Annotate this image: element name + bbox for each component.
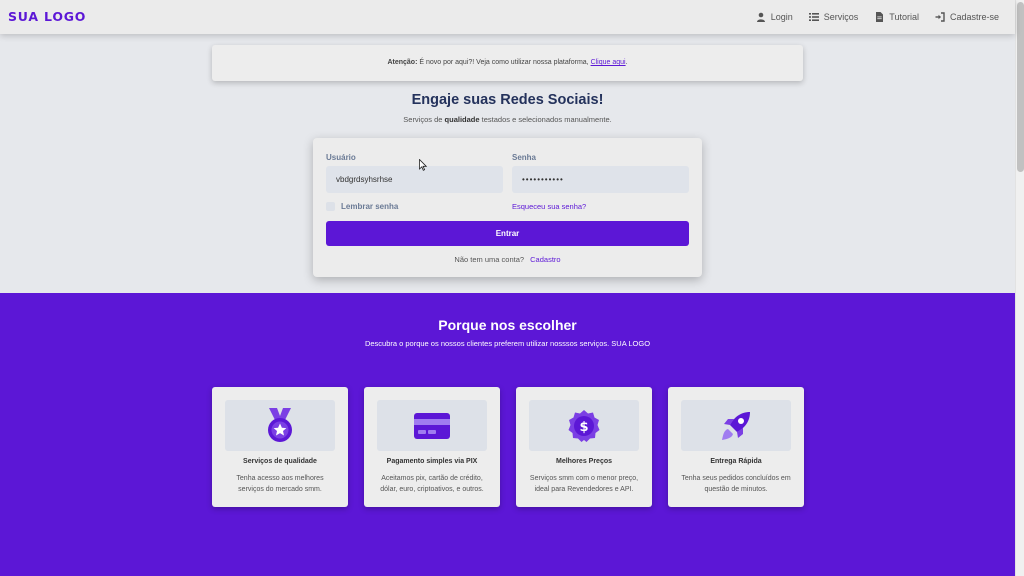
nav-tutorial[interactable]: Tutorial xyxy=(874,12,919,22)
svg-text:$: $ xyxy=(579,420,588,435)
remember-label: Lembrar senha xyxy=(341,202,399,211)
nav-tutorial-label: Tutorial xyxy=(889,12,919,22)
hero-subtitle: Serviços de qualidade testados e selecio… xyxy=(0,115,1015,124)
feature-title: Entrega Rápida xyxy=(710,458,762,465)
forgot-password-link[interactable]: Esqueceu sua senha? xyxy=(512,202,586,211)
feature-card-prices: $ Melhores Preços Serviços smm com o men… xyxy=(516,387,652,507)
alert-prefix: Atenção: xyxy=(387,59,418,66)
password-input[interactable] xyxy=(512,166,689,193)
login-card: Usuário Senha Lembrar senha Esqueceu sua… xyxy=(313,138,702,277)
feature-desc: Tenha acesso aos melhores serviços do me… xyxy=(236,475,324,493)
dollar-badge-icon: $ xyxy=(568,409,600,442)
nav-services-label: Serviços xyxy=(823,12,859,22)
remember-checkbox[interactable] xyxy=(326,202,335,211)
feature-desc: Aceitamos pix, cartão de crédito, dólar,… xyxy=(380,475,484,493)
rocket-icon xyxy=(722,411,750,440)
hero-title: Engaje suas Redes Sociais! xyxy=(411,92,604,108)
feature-icon-box xyxy=(681,400,791,451)
feature-icon-box xyxy=(377,400,487,451)
page-scrollbar[interactable] xyxy=(1015,0,1024,576)
no-account-text: Não tem uma conta? xyxy=(454,255,525,264)
sign-in-icon xyxy=(935,12,945,22)
nav-signup[interactable]: Cadastre-se xyxy=(935,12,999,22)
alert-suffix: . xyxy=(625,59,628,66)
feature-title: Pagamento simples via PIX xyxy=(386,458,478,465)
remember-me[interactable]: Lembrar senha xyxy=(326,202,398,211)
file-icon xyxy=(876,12,884,22)
username-label: Usuário xyxy=(326,153,356,162)
why-choose-section: Porque nos escolher Descubra o porque os… xyxy=(0,293,1015,576)
login-button[interactable]: Entrar xyxy=(326,221,689,246)
hero-sub-before: Serviços de xyxy=(403,115,445,124)
credit-card-icon xyxy=(414,412,450,439)
scroll-thumb[interactable] xyxy=(1017,2,1024,172)
medal-icon xyxy=(268,407,292,442)
site-logo[interactable]: SUA LOGO xyxy=(8,9,86,24)
feature-desc: Tenha seus pedidos concluídos em questão… xyxy=(681,475,791,493)
feature-desc: Serviços smm com o menor preço, ideal pa… xyxy=(529,475,639,493)
nav-links: Login Serviços Tutorial Cadastre-se xyxy=(756,0,999,34)
navbar: SUA LOGO Login Serviços Tutorial Cadastr… xyxy=(0,0,1015,34)
why-subtitle: Descubra o porque os nossos clientes pre… xyxy=(364,339,651,348)
notice-alert: Atenção: É novo por aqui?! Veja como uti… xyxy=(212,45,803,81)
feature-card-quality: Serviços de qualidade Tenha acesso aos m… xyxy=(212,387,348,507)
feature-icon-box: $ xyxy=(529,400,639,451)
list-icon xyxy=(808,13,819,21)
nav-login-label: Login xyxy=(770,12,793,22)
nav-services[interactable]: Serviços xyxy=(808,12,859,22)
username-input[interactable] xyxy=(326,166,503,193)
feature-card-payment: Pagamento simples via PIX Aceitamos pix,… xyxy=(364,387,500,507)
nav-signup-label: Cadastre-se xyxy=(949,12,999,22)
user-icon xyxy=(756,12,765,22)
hero-sub-bold: qualidade xyxy=(444,115,480,124)
feature-title: Melhores Preços xyxy=(555,458,613,465)
feature-card-delivery: Entrega Rápida Tenha seus pedidos conclu… xyxy=(668,387,804,507)
alert-text: É novo por aqui?! Veja como utilizar nos… xyxy=(417,59,591,66)
signup-line: Não tem uma conta? Cadastro xyxy=(313,255,702,264)
hero-sub-after: testados e selecionados manualmente. xyxy=(479,115,612,124)
signup-link[interactable]: Cadastro xyxy=(530,255,560,264)
alert-link[interactable]: Clique aqui xyxy=(591,59,626,66)
feature-icon-box xyxy=(225,400,335,451)
nav-login[interactable]: Login xyxy=(756,12,793,22)
password-label: Senha xyxy=(512,153,537,162)
why-title: Porque nos escolher xyxy=(438,317,577,333)
feature-title: Serviços de qualidade xyxy=(243,458,317,465)
mouse-cursor-icon xyxy=(419,159,427,171)
